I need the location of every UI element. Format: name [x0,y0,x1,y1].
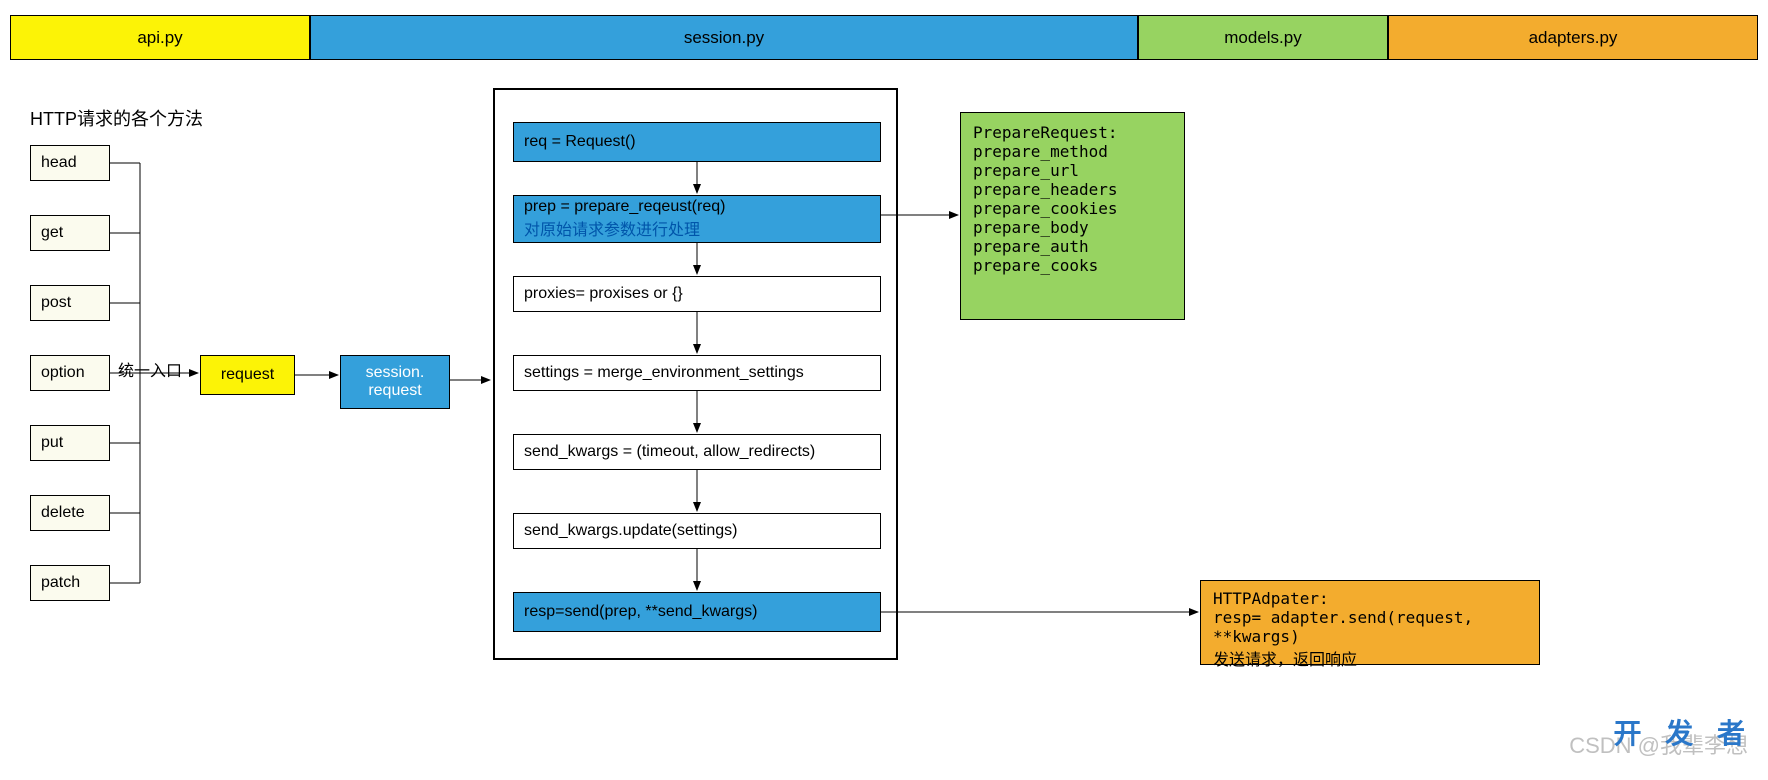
prepare-request-box: PrepareRequest: prepare_method prepare_u… [960,112,1185,320]
header-adapters: adapters.py [1388,15,1758,60]
flow-update: send_kwargs.update(settings) [513,513,881,549]
header-session: session.py [310,15,1138,60]
prepare-item-5: prepare_auth [973,237,1089,256]
prepare-title: PrepareRequest: [973,123,1118,142]
adapter-box: HTTPAdpater: resp= adapter.send(request,… [1200,580,1540,665]
flow-prep-l2: 对原始请求参数进行处理 [524,216,700,240]
flow-prep: prep = prepare_reqeust(req) 对原始请求参数进行处理 [513,195,881,243]
adapter-line: resp= adapter.send(request, **kwargs) [1213,608,1527,646]
flow-prep-l1: prep = prepare_reqeust(req) [524,198,725,216]
method-put: put [30,425,110,461]
session-request-box: session. request [340,355,450,409]
header-api: api.py [10,15,310,60]
session-request-l1: session. [366,364,425,382]
prepare-item-6: prepare_cooks [973,256,1098,275]
header-models: models.py [1138,15,1388,60]
flow-settings: settings = merge_environment_settings [513,355,881,391]
method-delete: delete [30,495,110,531]
method-post: post [30,285,110,321]
flow-resp: resp=send(prep, **send_kwargs) [513,592,881,632]
prepare-item-4: prepare_body [973,218,1089,237]
adapter-note: 发送请求，返回响应 [1213,646,1357,670]
flow-proxies: proxies= proxises or {} [513,276,881,312]
method-patch: patch [30,565,110,601]
prepare-item-3: prepare_cookies [973,199,1118,218]
flow-kwargs: send_kwargs = (timeout, allow_redirects) [513,434,881,470]
method-get: get [30,215,110,251]
methods-title: HTTP请求的各个方法 [30,105,203,131]
watermark-devze: 开 发 者 [1613,712,1753,752]
file-header-row: api.py session.py models.py adapters.py [10,15,1758,60]
method-option: option [30,355,110,391]
unified-entry-label: 统一入口 [118,357,182,381]
prepare-item-1: prepare_url [973,161,1079,180]
request-box: request [200,355,295,395]
flow-req: req = Request() [513,122,881,162]
session-request-l2: request [368,382,421,400]
adapter-title: HTTPAdpater: [1213,589,1329,608]
prepare-item-0: prepare_method [973,142,1108,161]
prepare-item-2: prepare_headers [973,180,1118,199]
method-head: head [30,145,110,181]
